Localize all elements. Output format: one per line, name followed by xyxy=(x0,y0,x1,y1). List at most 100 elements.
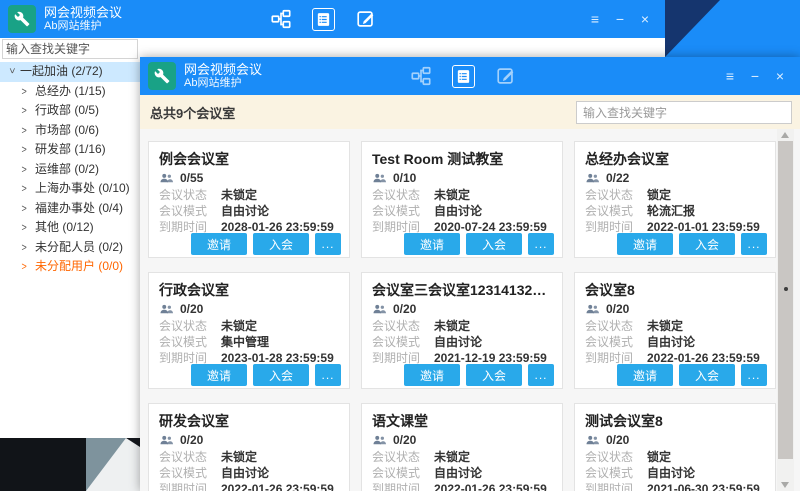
invite-button[interactable]: 邀请 xyxy=(617,233,673,255)
scrollbar-thumb[interactable] xyxy=(778,141,793,459)
more-button[interactable]: ... xyxy=(528,364,554,386)
menu-icon[interactable]: ≡ xyxy=(587,11,603,27)
caret-icon[interactable] xyxy=(22,140,31,161)
caret-icon[interactable] xyxy=(22,160,31,181)
join-button[interactable]: 入会 xyxy=(466,233,522,255)
expire-label: 到期时间 xyxy=(585,351,647,365)
tree-item[interactable]: 研发部 (1/16) xyxy=(0,140,140,160)
expire-row: 到期时间 2022-01-26 23:59:59 xyxy=(585,351,765,365)
meeting-room-card: 语文课堂 0/20 会议状态 未锁定 会议模式 自由讨论 xyxy=(361,403,563,491)
more-button[interactable]: ... xyxy=(741,364,767,386)
minimize-icon[interactable]: − xyxy=(747,68,763,84)
invite-button[interactable]: 邀请 xyxy=(617,364,673,386)
app-logo xyxy=(148,62,176,90)
room-name: 例会会议室 xyxy=(159,149,339,167)
caret-icon[interactable] xyxy=(22,82,31,103)
join-button[interactable]: 入会 xyxy=(466,364,522,386)
mode-label: 会议模式 xyxy=(585,204,647,218)
expire-label: 到期时间 xyxy=(159,351,221,365)
room-name: 行政会议室 xyxy=(159,280,339,298)
mode-value: 自由讨论 xyxy=(434,335,482,349)
meeting-room-card: 测试会议室8 0/20 会议状态 锁定 会议模式 自由讨论 xyxy=(574,403,776,491)
vertical-scrollbar[interactable] xyxy=(777,129,794,491)
expire-row: 到期时间 2021-06-30 23:59:59 xyxy=(585,482,765,491)
room-search-input[interactable] xyxy=(576,101,792,124)
tree-item[interactable]: 未分配人员 (0/2) xyxy=(0,238,140,258)
status-label: 会议状态 xyxy=(159,319,221,333)
join-button[interactable]: 入会 xyxy=(679,364,735,386)
status-label: 会议状态 xyxy=(372,319,434,333)
status-label: 会议状态 xyxy=(372,188,434,202)
invite-button[interactable]: 邀请 xyxy=(191,364,247,386)
org-chart-icon[interactable] xyxy=(270,8,292,30)
caret-icon[interactable] xyxy=(1,68,21,78)
status-label: 会议状态 xyxy=(585,319,647,333)
edit-icon[interactable] xyxy=(495,65,517,87)
minimize-icon[interactable]: − xyxy=(612,11,628,27)
desktop-steel-triangle xyxy=(86,438,126,491)
tree-item-label: 行政部 (0/5) xyxy=(35,103,99,117)
tree-item[interactable]: 其他 (0/12) xyxy=(0,218,140,238)
status-value: 未锁定 xyxy=(221,188,257,202)
status-value: 未锁定 xyxy=(434,188,470,202)
expire-label: 到期时间 xyxy=(372,220,434,234)
tree-item[interactable]: 运维部 (0/2) xyxy=(0,160,140,180)
caret-icon[interactable] xyxy=(22,238,31,259)
members-icon xyxy=(585,304,600,315)
invite-button[interactable]: 邀请 xyxy=(191,233,247,255)
tree-item[interactable]: 未分配用户 (0/0) xyxy=(0,257,140,277)
caret-icon[interactable] xyxy=(22,121,31,142)
status-label: 会议状态 xyxy=(585,450,647,464)
edit-icon[interactable] xyxy=(355,8,377,30)
member-count: 0/20 xyxy=(393,433,416,447)
summary-bar: 总共9个会议室 xyxy=(140,95,800,129)
status-row: 会议状态 未锁定 xyxy=(159,188,339,202)
expire-value: 2028-01-26 23:59:59 xyxy=(221,220,334,234)
invite-button[interactable]: 邀请 xyxy=(404,233,460,255)
mode-label: 会议模式 xyxy=(372,204,434,218)
mode-row: 会议模式 自由讨论 xyxy=(159,204,339,218)
room-list-icon[interactable] xyxy=(452,65,475,88)
more-button[interactable]: ... xyxy=(315,364,341,386)
tree-item[interactable]: 一起加油 (2/72) xyxy=(0,62,140,82)
more-button[interactable]: ... xyxy=(315,233,341,255)
mode-value: 自由讨论 xyxy=(647,335,695,349)
room-name: 总经办会议室 xyxy=(585,149,765,167)
join-button[interactable]: 入会 xyxy=(253,233,309,255)
meeting-room-card: 总经办会议室 0/22 会议状态 锁定 会议模式 轮流汇报 xyxy=(574,141,776,258)
tree-item[interactable]: 市场部 (0/6) xyxy=(0,121,140,141)
sidebar-search-input[interactable] xyxy=(2,39,138,59)
expire-label: 到期时间 xyxy=(585,482,647,491)
mode-row: 会议模式 自由讨论 xyxy=(585,466,765,480)
close-icon[interactable]: × xyxy=(637,11,653,27)
member-count-row: 0/20 xyxy=(159,301,339,317)
more-button[interactable]: ... xyxy=(528,233,554,255)
tree-item[interactable]: 行政部 (0/5) xyxy=(0,101,140,121)
join-button[interactable]: 入会 xyxy=(253,364,309,386)
tree-item[interactable]: 上海办事处 (0/10) xyxy=(0,179,140,199)
org-chart-icon[interactable] xyxy=(410,65,432,87)
member-count: 0/20 xyxy=(606,433,629,447)
room-count-summary: 总共9个会议室 xyxy=(150,103,235,122)
member-count-row: 0/10 xyxy=(372,170,552,186)
scroll-down-arrow-icon[interactable] xyxy=(781,482,789,488)
caret-icon[interactable] xyxy=(22,179,31,200)
expire-label: 到期时间 xyxy=(159,220,221,234)
scroll-up-arrow-icon[interactable] xyxy=(781,132,789,138)
caret-icon[interactable] xyxy=(22,218,31,239)
caret-icon[interactable] xyxy=(22,257,31,278)
tree-item[interactable]: 总经办 (1/15) xyxy=(0,82,140,102)
member-count-row: 0/55 xyxy=(159,170,339,186)
member-count-row: 0/20 xyxy=(372,432,552,448)
caret-icon[interactable] xyxy=(22,199,31,220)
join-button[interactable]: 入会 xyxy=(679,233,735,255)
screen: 网会视频会议 Ab网站维护 ≡ − × xyxy=(0,0,800,491)
caret-icon[interactable] xyxy=(22,101,31,122)
invite-button[interactable]: 邀请 xyxy=(404,364,460,386)
more-button[interactable]: ... xyxy=(741,233,767,255)
meeting-room-card: 例会会议室 0/55 会议状态 未锁定 会议模式 自由讨论 xyxy=(148,141,350,258)
tree-item[interactable]: 福建办事处 (0/4) xyxy=(0,199,140,219)
menu-icon[interactable]: ≡ xyxy=(722,68,738,84)
room-list-icon[interactable] xyxy=(312,8,335,31)
close-icon[interactable]: × xyxy=(772,68,788,84)
